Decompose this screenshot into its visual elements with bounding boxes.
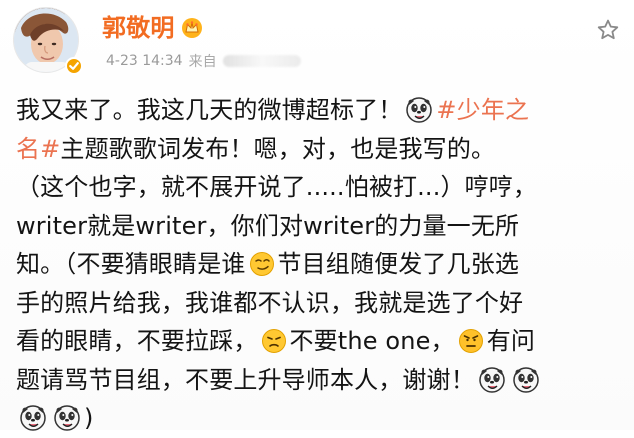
post-text-7a: 看的眼睛，不要拉踩， [16, 327, 258, 355]
post-line-5: 知。（不要猜眼睛是谁 节目组随便发了几张选 [16, 245, 618, 284]
post-text-1a: 我又来了。我这几天的微博超标了！ [16, 96, 403, 124]
post-text-5b: 节目组随便发了几张选 [277, 250, 519, 278]
author-name-row: 郭敬明 [102, 15, 203, 41]
star-icon[interactable] [596, 18, 620, 42]
dog-emoji-icon [512, 366, 540, 394]
weibo-post-card: 郭敬明 4-23 14:34 来自 我又来了。我这几天的微博超标了！ #少年之 … [0, 0, 634, 432]
post-source-prefix: 来自 [188, 54, 217, 70]
post-text-8a: 题请骂节目组，不要上升导师本人，谢谢！ [16, 365, 475, 394]
post-text-3: （这个也字，就不展开说了.....怕被打...）哼哼， [16, 173, 538, 201]
post-header: 郭敬明 4-23 14:34 来自 [14, 8, 620, 78]
dog-emoji-icon [478, 366, 506, 394]
post-text-7b: 不要the one， [289, 327, 455, 355]
crown-icon [181, 17, 203, 39]
post-line-8: 题请骂节目组，不要上升导师本人，谢谢！ [16, 361, 618, 400]
post-body: 我又来了。我这几天的微博超标了！ #少年之 名# 主题歌歌词发布！嗯，对，也是我… [16, 91, 618, 438]
post-text-6: 手的照片给我，我谁都不认识，我就是选了个好 [16, 288, 524, 317]
hashtag-part-2[interactable]: 名# [16, 130, 60, 169]
post-line-7: 看的眼睛，不要拉踩， 不要the one， 有问 [16, 322, 618, 361]
verified-icon [65, 57, 83, 75]
author-name[interactable]: 郭敬明 [102, 15, 175, 41]
post-meta: 4-23 14:34 来自 [106, 50, 301, 72]
post-line-6: 手的照片给我，我谁都不认识，我就是选了个好 [16, 284, 618, 323]
dog-emoji-icon [405, 96, 433, 124]
post-text-5a: 知。（不要猜眼睛是谁 [16, 250, 246, 278]
post-text-4: writer就是writer，你们对writer的力量一无所 [16, 211, 520, 240]
angry-emoji-icon [458, 328, 484, 354]
dog-emoji-icon [19, 404, 47, 432]
post-line-3: （这个也字，就不展开说了.....怕被打...）哼哼， [16, 168, 618, 207]
hashtag-part-1[interactable]: #少年之 [436, 91, 529, 130]
smirk-emoji-icon [249, 251, 275, 277]
blurred-source [222, 55, 301, 67]
post-line-2: 名# 主题歌歌词发布！嗯，对，也是我写的。 [16, 130, 618, 169]
post-text-7c: 有问 [486, 327, 535, 355]
dog-emoji-icon [53, 404, 81, 432]
post-time[interactable]: 4-23 14:34 [106, 53, 183, 69]
post-line-4: writer就是writer，你们对writer的力量一无所 [16, 207, 618, 246]
post-text-9a: ) [84, 404, 94, 432]
post-text-2b: 主题歌歌词发布！嗯，对，也是我写的。 [60, 134, 496, 163]
annoyed-emoji-icon [261, 328, 287, 354]
post-line-9: ) [16, 399, 618, 438]
post-line-1: 我又来了。我这几天的微博超标了！ #少年之 [16, 91, 618, 130]
